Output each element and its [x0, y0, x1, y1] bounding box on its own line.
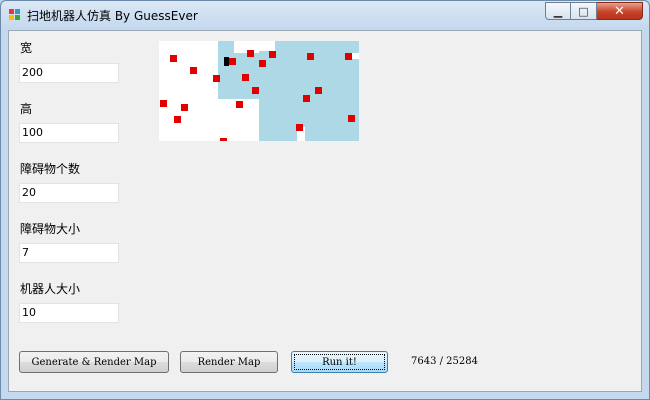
maximize-button[interactable]: □ [571, 2, 597, 20]
close-icon: ✕ [614, 3, 625, 19]
obstacle [181, 104, 188, 111]
minimize-icon: ▁ [553, 4, 563, 18]
height-label: 高 [20, 102, 33, 116]
run-button[interactable]: Run it! [291, 351, 388, 373]
render-map-button[interactable]: Render Map [180, 351, 278, 373]
obstacle-count-input[interactable]: 20 [19, 183, 119, 203]
obstacle [307, 53, 314, 60]
obstacle [269, 51, 276, 58]
obstacle-size-label: 障碍物大小 [20, 222, 81, 236]
form-client-area: 宽 200 高 100 障碍物个数 20 障碍物大小 7 机器人大小 10 Ge… [8, 30, 642, 392]
width-input[interactable]: 200 [19, 63, 119, 83]
window-title: 扫地机器人仿真 By GuessEver [27, 9, 198, 23]
robot-size-input[interactable]: 10 [19, 303, 119, 323]
uncleaned-area [351, 53, 359, 59]
obstacle [236, 101, 243, 108]
progress-counter: 7643 / 25284 [411, 356, 478, 367]
obstacle [160, 100, 167, 107]
obstacle [213, 75, 220, 82]
obstacle [303, 95, 310, 102]
height-input[interactable]: 100 [19, 123, 119, 143]
app-window: 扫地机器人仿真 By GuessEver ▁ □ ✕ 宽 200 高 100 障… [0, 0, 650, 400]
obstacle [170, 55, 177, 62]
generate-render-map-button[interactable]: Generate & Render Map [19, 351, 169, 373]
obstacle [252, 87, 259, 94]
window-controls: ▁ □ ✕ [545, 2, 643, 20]
obstacle [220, 138, 227, 141]
app-icon [9, 9, 21, 21]
obstacle [174, 116, 181, 123]
width-label: 宽 [20, 41, 33, 55]
title-bar[interactable]: 扫地机器人仿真 By GuessEver ▁ □ ✕ [1, 1, 649, 29]
obstacle [348, 115, 355, 122]
obstacle [190, 67, 197, 74]
minimize-button[interactable]: ▁ [545, 2, 571, 20]
maximize-icon: □ [578, 4, 589, 18]
close-button[interactable]: ✕ [597, 2, 643, 20]
obstacle [296, 124, 303, 131]
robot-size-label: 机器人大小 [20, 282, 81, 296]
obstacle [247, 50, 254, 57]
obstacle-size-input[interactable]: 7 [19, 243, 119, 263]
map-canvas [159, 41, 359, 141]
robot-marker [224, 57, 229, 66]
obstacle [229, 58, 236, 65]
obstacle [259, 60, 266, 67]
obstacle [315, 87, 322, 94]
obstacle-count-label: 障碍物个数 [20, 162, 81, 176]
obstacle [345, 53, 352, 60]
uncleaned-area [258, 41, 275, 51]
obstacle [242, 74, 249, 81]
